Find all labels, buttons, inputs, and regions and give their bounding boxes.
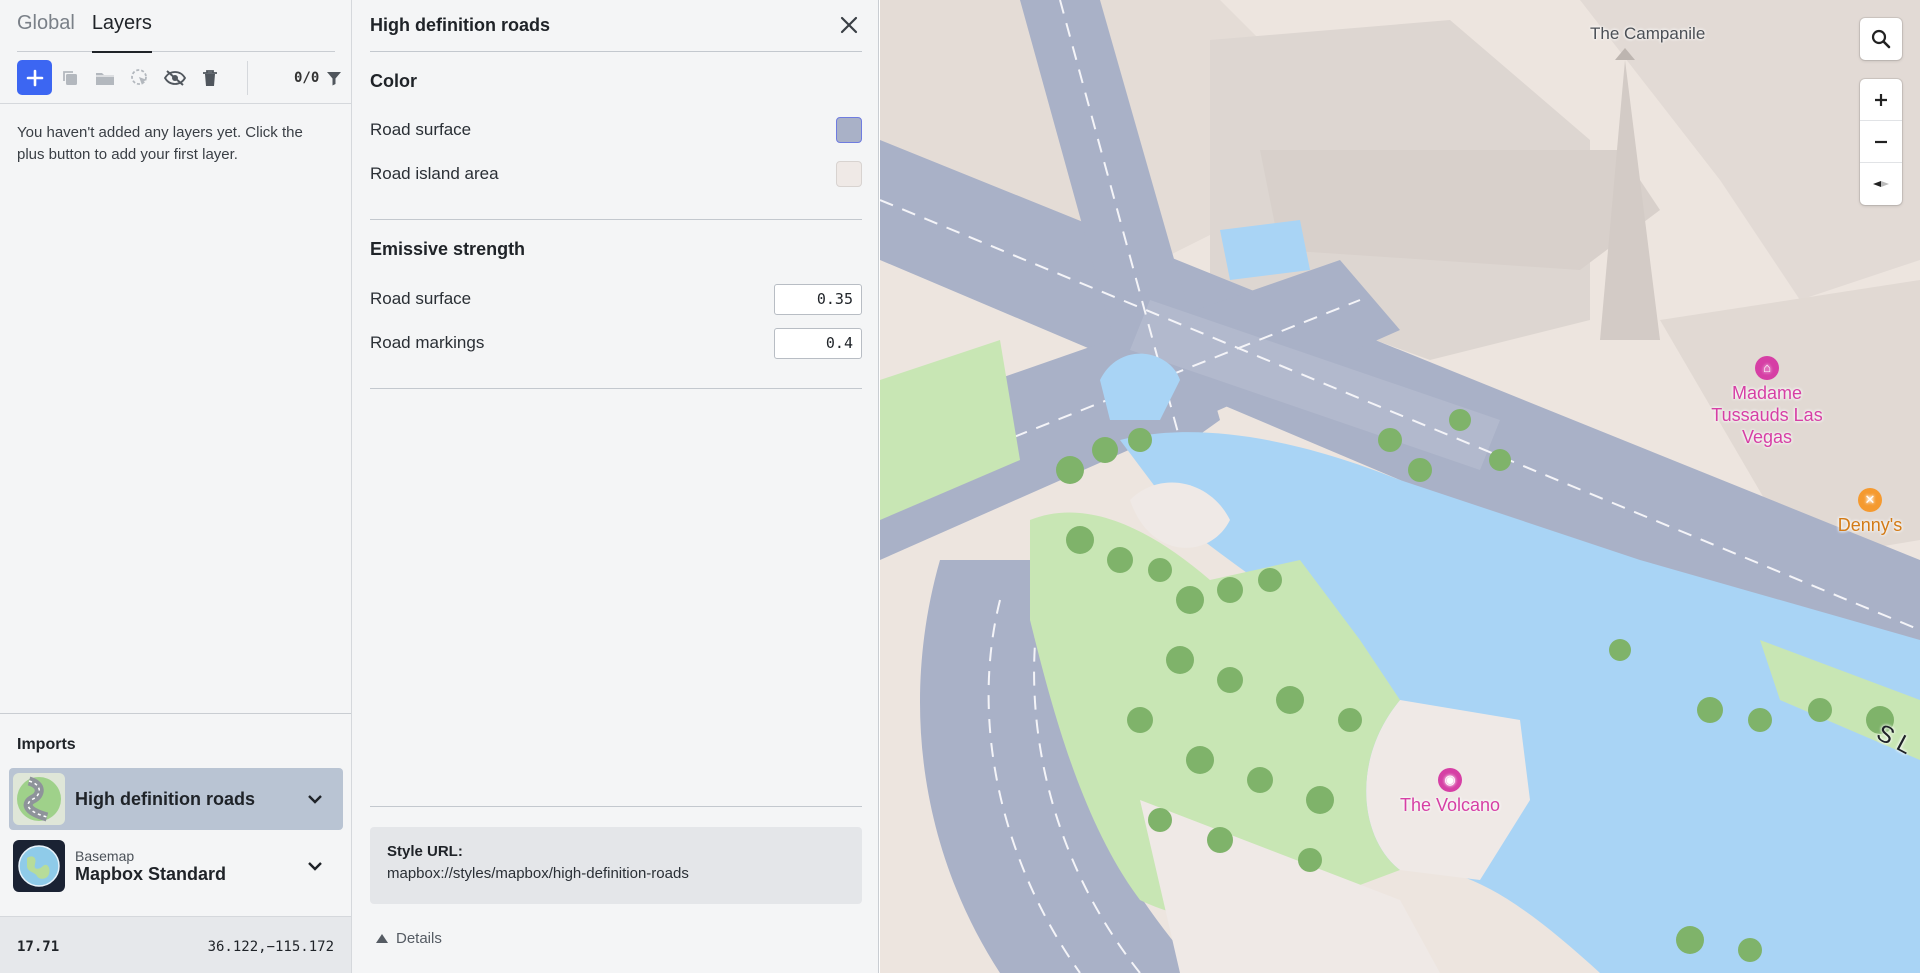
filter-layers-button[interactable]	[323, 61, 345, 95]
trash-icon	[203, 69, 217, 86]
property-row: Road surface	[370, 115, 862, 145]
folder-icon	[96, 72, 114, 85]
triangle-up-icon	[376, 934, 388, 943]
close-icon	[840, 16, 858, 34]
close-panel-button[interactable]	[836, 12, 862, 38]
plus-icon	[26, 69, 43, 86]
expand-import-button[interactable]	[295, 794, 335, 804]
imports-section: Imports High definition roads Basemap Ma…	[0, 713, 351, 916]
camera-icon: ◉	[1438, 768, 1462, 792]
map-canvas[interactable]: The Campanile ⌂ Madame Tussauds Las Vega…	[880, 0, 1920, 973]
details-toggle[interactable]: Details	[376, 930, 442, 947]
style-url-value[interactable]: mapbox://styles/mapbox/high-definition-r…	[387, 865, 845, 882]
map-status-bar: 17.71 36.122,−115.172	[0, 916, 351, 973]
zoom-out-button[interactable]	[1860, 121, 1902, 163]
globe-thumbnail-icon	[13, 840, 65, 892]
divider	[370, 806, 862, 807]
expand-import-button[interactable]	[295, 861, 335, 871]
toolbar-divider	[247, 60, 248, 95]
empty-layers-message: You haven't added any layers yet. Click …	[17, 124, 303, 163]
chevron-down-icon	[308, 795, 322, 804]
delete-layer-button[interactable]	[193, 61, 227, 95]
duplicate-icon	[63, 70, 77, 85]
property-row: Road island area	[370, 159, 862, 189]
road-surface-emissive-input[interactable]: 0.35	[774, 283, 862, 315]
map-render	[880, 0, 1920, 973]
coordinates-readout: 36.122,−115.172	[207, 939, 334, 955]
panel-header: High definition roads	[370, 0, 862, 52]
group-layers-button[interactable]	[88, 61, 122, 95]
tab-layers[interactable]: Layers	[91, 0, 152, 53]
layer-count: 0/0	[294, 69, 320, 86]
property-label: Road markings	[370, 333, 485, 352]
zoom-out-icon	[1875, 140, 1887, 143]
roads-thumbnail-icon	[13, 773, 65, 825]
import-item-high-definition-roads[interactable]: High definition roads	[9, 768, 343, 830]
add-layer-button[interactable]	[17, 60, 52, 95]
zoom-in-button[interactable]	[1860, 79, 1902, 121]
zoom-level: 17.71	[17, 939, 60, 955]
map-navigation-control	[1860, 79, 1902, 205]
hide-layers-button[interactable]	[158, 61, 192, 95]
poi-label: The Volcano	[1399, 795, 1501, 815]
map-search-control	[1860, 18, 1902, 60]
property-row: Road surface 0.35	[370, 283, 862, 315]
map-search-button[interactable]	[1860, 18, 1902, 60]
section-title: Emissive strength	[370, 239, 526, 259]
select-icon	[131, 68, 147, 85]
chevron-down-icon	[308, 862, 322, 871]
section-title: Color	[370, 71, 417, 91]
style-url-box: Style URL: mapbox://styles/mapbox/high-d…	[370, 827, 862, 904]
import-name: Mapbox Standard	[75, 863, 227, 884]
color-section: Color Road surface Road island area	[370, 52, 862, 220]
zoom-in-icon	[1875, 93, 1887, 106]
filter-icon	[327, 71, 342, 85]
compass-button[interactable]	[1860, 163, 1902, 205]
restaurant-icon: ✕	[1858, 488, 1882, 512]
tab-global[interactable]: Global	[17, 0, 75, 52]
poi-madame-tussauds[interactable]: ⌂ Madame Tussauds Las Vegas	[1692, 356, 1842, 448]
poi-the-volcano[interactable]: ◉ The Volcano	[1380, 768, 1520, 816]
imports-title: Imports	[17, 736, 76, 753]
layers-sidebar: Global Layers 0/0 You haven't added any …	[0, 0, 352, 973]
road-surface-color-swatch[interactable]	[836, 117, 862, 143]
panel-title: High definition roads	[370, 15, 550, 35]
poi-label: Madame Tussauds Las Vegas	[1711, 383, 1823, 447]
museum-icon: ⌂	[1755, 356, 1779, 380]
property-label: Road surface	[370, 120, 472, 139]
import-properties-panel: High definition roads Color Road surface…	[352, 0, 879, 973]
import-name: High definition roads	[75, 788, 255, 809]
poi-dennys[interactable]: ✕ Denny's	[1825, 488, 1915, 536]
style-url-label: Style URL:	[387, 843, 463, 860]
property-label: Road island area	[370, 164, 499, 183]
duplicate-layer-button[interactable]	[53, 61, 87, 95]
import-item-mapbox-standard[interactable]: Basemap Mapbox Standard	[9, 835, 343, 897]
compass-icon	[1873, 181, 1889, 187]
property-label: Road surface	[370, 289, 472, 308]
map-label-campanile[interactable]: The Campanile	[1590, 24, 1705, 44]
details-label: Details	[396, 930, 442, 947]
road-markings-emissive-input[interactable]: 0.4	[774, 327, 862, 359]
emissive-strength-section: Emissive strength Road surface 0.35 Road…	[370, 220, 862, 389]
layers-toolbar: 0/0	[0, 52, 351, 104]
hide-icon	[164, 69, 186, 86]
import-subtitle: Basemap	[75, 847, 135, 864]
select-layer-button[interactable]	[123, 61, 157, 95]
sidebar-tabs: Global Layers	[17, 0, 335, 53]
property-row: Road markings 0.4	[370, 327, 862, 359]
search-icon	[1871, 29, 1891, 49]
poi-label: Denny's	[1837, 515, 1903, 535]
road-island-color-swatch[interactable]	[836, 161, 862, 187]
